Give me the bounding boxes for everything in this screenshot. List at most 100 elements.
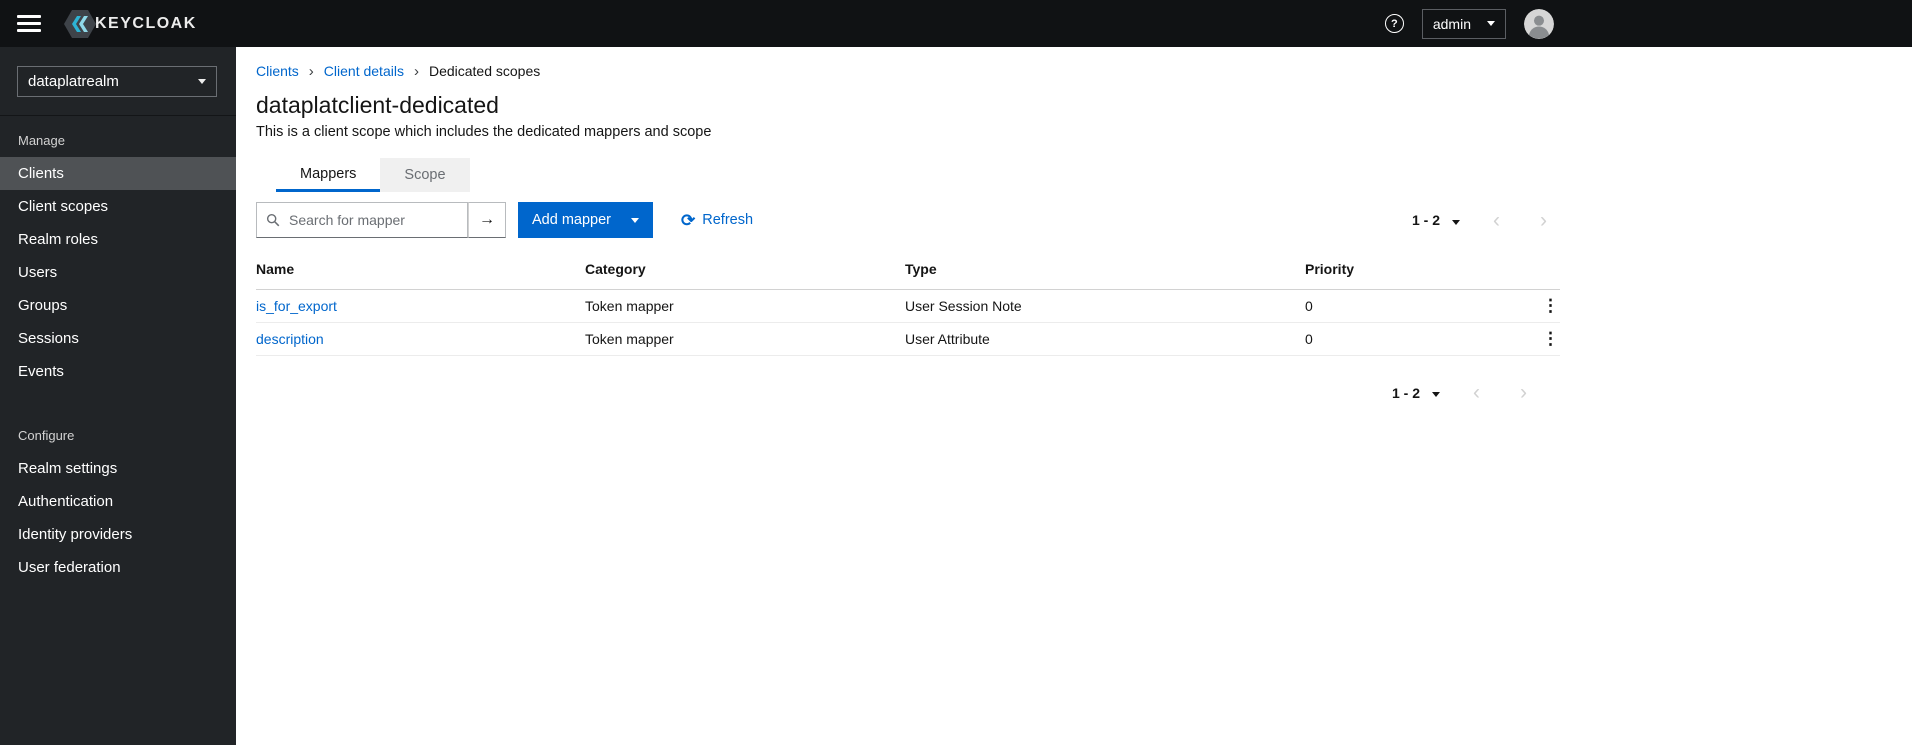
sidebar-item-identity-providers[interactable]: Identity providers — [0, 518, 236, 551]
sidebar-item-label: Realm roles — [18, 231, 99, 248]
table-row: is_for_export Token mapper User Session … — [256, 290, 1560, 323]
page-title: dataplatclient-dedicated — [256, 92, 499, 118]
mapper-category: Token mapper — [585, 298, 674, 314]
sidebar-item-label: Events — [18, 363, 64, 380]
mapper-priority: 0 — [1305, 298, 1313, 314]
chevron-down-icon — [1487, 21, 1495, 26]
keycloak-logo: KEYCLOAK — [63, 9, 197, 39]
pagination-range: 1 - 2 — [1391, 384, 1420, 401]
page-subtitle: This is a client scope which includes th… — [256, 124, 712, 140]
column-header-priority: Priority — [1305, 261, 1355, 277]
tab-mappers[interactable]: Mappers — [276, 158, 381, 192]
pagination-prev-button[interactable]: ‹ — [1460, 382, 1493, 403]
sidebar-item-realm-roles[interactable]: Realm roles — [0, 223, 236, 256]
mapper-priority: 0 — [1305, 331, 1313, 347]
pagination-menu-toggle[interactable] — [1446, 213, 1466, 228]
mappers-table: Name Category Type Priority is_for_expor… — [256, 252, 1560, 356]
sidebar-item-client-scopes[interactable]: Client scopes — [0, 190, 236, 223]
user-menu-dropdown[interactable]: admin — [1421, 8, 1506, 39]
search-input[interactable] — [287, 211, 467, 229]
sidebar-item-label: Sessions — [18, 330, 79, 347]
chevron-down-icon — [631, 217, 639, 223]
search-group: → — [256, 202, 506, 238]
add-mapper-label: Add mapper — [532, 212, 611, 228]
keycloak-logo-icon — [64, 9, 96, 38]
refresh-label: Refresh — [702, 212, 754, 228]
sidebar-item-label: Groups — [18, 297, 68, 314]
sidebar-item-groups[interactable]: Groups — [0, 289, 236, 322]
realm-name: dataplatrealm — [28, 73, 119, 90]
mapper-link[interactable]: is_for_export — [256, 298, 337, 314]
arrow-right-icon: → — [479, 211, 495, 228]
table-row: description Token mapper User Attribute … — [256, 323, 1560, 356]
tab-bar: Mappers Scope — [256, 158, 1560, 192]
search-icon — [266, 213, 280, 227]
avatar-icon — [1524, 8, 1554, 39]
toolbar: → Add mapper ⟳ Refresh 1 - 2 ‹ — [256, 202, 1560, 238]
column-header-actions — [1533, 260, 1568, 281]
pagination-menu-toggle[interactable] — [1426, 385, 1446, 400]
search-submit-button[interactable]: → — [468, 202, 506, 238]
mapper-category: Token mapper — [585, 331, 674, 347]
mapper-type: User Attribute — [905, 331, 990, 347]
sidebar-item-label: Realm settings — [18, 460, 118, 477]
chevron-down-icon — [1432, 392, 1440, 397]
help-icon[interactable]: ? — [1384, 14, 1404, 33]
pagination-range: 1 - 2 — [1411, 212, 1440, 228]
sidebar-item-label: Client scopes — [18, 198, 109, 215]
pagination-top: 1 - 2 ‹ › — [1412, 210, 1560, 231]
nav-section-manage: Manage Clients Client scopes Realm roles… — [0, 116, 236, 388]
topbar: KEYCLOAK ? admin — [0, 0, 1912, 47]
column-header-category: Category — [585, 261, 646, 277]
kebab-menu-icon[interactable]: ⋮ — [1536, 294, 1565, 318]
breadcrumb: Clients › Client details › Dedicated sco… — [256, 63, 1560, 79]
pagination-bottom: 1 - 2 ‹ › — [256, 382, 1540, 403]
sidebar-item-realm-settings[interactable]: Realm settings — [0, 452, 236, 485]
hamburger-menu-icon[interactable] — [17, 15, 41, 32]
tab-scope[interactable]: Scope — [380, 158, 470, 192]
kebab-menu-icon[interactable]: ⋮ — [1536, 327, 1565, 351]
sidebar-item-clients[interactable]: Clients — [0, 157, 236, 190]
sidebar-item-sessions[interactable]: Sessions — [0, 322, 236, 355]
mapper-link[interactable]: description — [256, 331, 324, 347]
sidebar-item-label: User federation — [18, 559, 121, 576]
topbar-right: ? admin — [1384, 8, 1554, 39]
refresh-icon: ⟳ — [681, 210, 696, 230]
sidebar-item-label: Identity providers — [18, 526, 133, 543]
user-name: admin — [1432, 15, 1471, 32]
nav-section-title: Manage — [18, 133, 65, 148]
column-header-type: Type — [905, 261, 937, 277]
pagination-next-button[interactable]: › — [1527, 210, 1560, 231]
sidebar-item-users[interactable]: Users — [0, 256, 236, 289]
avatar[interactable] — [1524, 8, 1554, 39]
chevron-down-icon — [198, 79, 206, 84]
breadcrumb-link-clients[interactable]: Clients — [256, 63, 299, 79]
mapper-type: User Session Note — [905, 298, 1022, 314]
sidebar-item-label: Users — [18, 264, 58, 281]
add-mapper-button[interactable]: Add mapper — [518, 202, 653, 238]
sidebar-item-events[interactable]: Events — [0, 355, 236, 388]
sidebar-item-user-federation[interactable]: User federation — [0, 551, 236, 584]
nav-section-title: Configure — [18, 428, 75, 443]
keycloak-admin-console: KEYCLOAK ? admin dataplatrealm Manage Cl… — [0, 0, 1912, 745]
refresh-button[interactable]: ⟳ Refresh — [681, 212, 753, 229]
column-header-name: Name — [256, 261, 295, 277]
pagination-next-button[interactable]: › — [1507, 382, 1540, 403]
sidebar: dataplatrealm Manage Clients Client scop… — [0, 47, 236, 745]
search-box — [256, 202, 468, 238]
sidebar-item-label: Clients — [18, 165, 64, 182]
table-header-row: Name Category Type Priority — [256, 252, 1560, 290]
breadcrumb-current: Dedicated scopes — [428, 63, 541, 79]
realm-selector-dropdown[interactable]: dataplatrealm — [17, 66, 217, 97]
chevron-right-icon: › — [308, 62, 314, 80]
nav-section-configure: Configure Realm settings Authentication … — [0, 388, 236, 584]
breadcrumb-link-client-details[interactable]: Client details — [324, 63, 404, 79]
pagination-prev-button[interactable]: ‹ — [1480, 210, 1513, 231]
main-content: Clients › Client details › Dedicated sco… — [236, 47, 1912, 745]
brand-text: KEYCLOAK — [95, 14, 197, 32]
chevron-down-icon — [1452, 219, 1460, 225]
chevron-right-icon: › — [413, 62, 419, 80]
sidebar-item-label: Authentication — [18, 493, 114, 510]
realm-selector-area: dataplatrealm — [0, 47, 236, 116]
sidebar-item-authentication[interactable]: Authentication — [0, 485, 236, 518]
